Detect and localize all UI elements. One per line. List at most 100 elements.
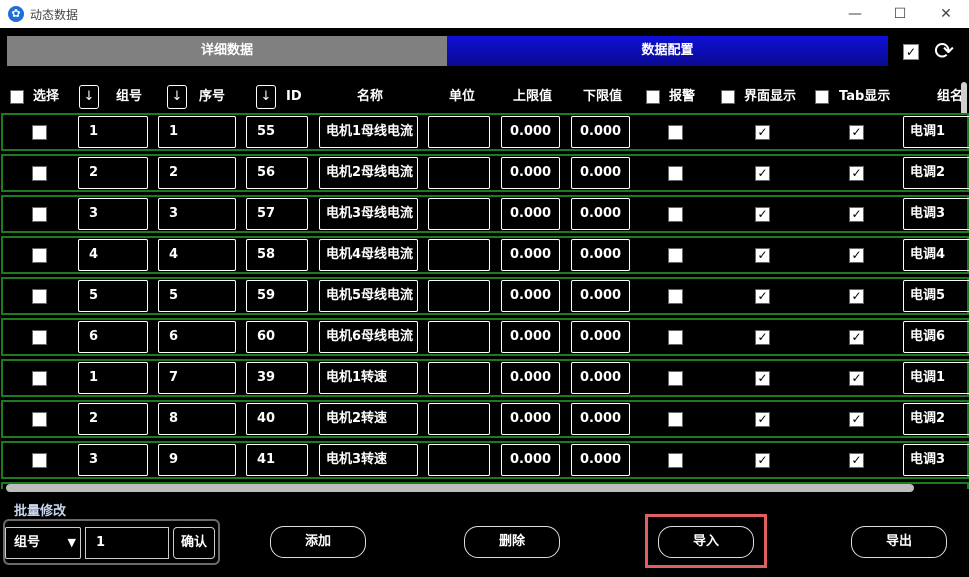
sort-group-arrow-icon[interactable]: ↓ [79, 85, 99, 109]
display-checkbox[interactable]: ✓ [755, 371, 770, 386]
display-checkbox[interactable]: ✓ [755, 248, 770, 263]
unit-cell[interactable] [428, 198, 490, 230]
lower-cell[interactable]: 0.000 [571, 362, 630, 394]
name-cell[interactable]: 电机1母线电流 [319, 116, 418, 148]
tab-checkbox[interactable]: ✓ [849, 125, 864, 140]
display-checkbox[interactable]: ✓ [755, 412, 770, 427]
alarm-checkbox[interactable] [668, 330, 683, 345]
id-cell[interactable]: 59 [246, 280, 308, 312]
tab-data-config[interactable]: 数据配置 [447, 36, 888, 66]
row-select-checkbox[interactable] [32, 412, 47, 427]
tab-detail-data[interactable]: 详细数据 [7, 36, 447, 66]
id-cell[interactable]: 58 [246, 239, 308, 271]
name-cell[interactable]: 电机2母线电流 [319, 157, 418, 189]
tab-checkbox[interactable]: ✓ [849, 207, 864, 222]
tab-checkbox[interactable]: ✓ [849, 330, 864, 345]
alarm-checkbox[interactable] [668, 412, 683, 427]
row-select-checkbox[interactable] [32, 207, 47, 222]
display-checkbox[interactable]: ✓ [755, 330, 770, 345]
alarm-checkbox[interactable] [668, 166, 683, 181]
upper-cell[interactable]: 0.000 [501, 362, 560, 394]
unit-cell[interactable] [428, 444, 490, 476]
group-name-cell[interactable]: 电调1 [903, 116, 969, 148]
seq-cell[interactable]: 1 [158, 116, 236, 148]
alarm-checkbox[interactable] [668, 207, 683, 222]
lower-cell[interactable]: 0.000 [571, 157, 630, 189]
id-cell[interactable]: 39 [246, 362, 308, 394]
row-select-checkbox[interactable] [32, 371, 47, 386]
seq-cell[interactable]: 7 [158, 362, 236, 394]
tab-checkbox[interactable]: ✓ [849, 166, 864, 181]
group-cell[interactable]: 3 [78, 198, 148, 230]
alarm-checkbox[interactable] [668, 125, 683, 140]
lower-cell[interactable]: 0.000 [571, 403, 630, 435]
upper-cell[interactable]: 0.000 [501, 198, 560, 230]
seq-cell[interactable]: 2 [158, 157, 236, 189]
minimize-button[interactable]: — [832, 0, 878, 28]
import-button[interactable]: 导入 [658, 526, 754, 558]
group-name-cell[interactable]: 电调5 [903, 280, 969, 312]
group-cell[interactable]: 4 [78, 239, 148, 271]
seq-cell[interactable]: 4 [158, 239, 236, 271]
select-all-checkbox[interactable] [10, 90, 24, 104]
row-select-checkbox[interactable] [32, 248, 47, 263]
unit-cell[interactable] [428, 321, 490, 353]
unit-cell[interactable] [428, 403, 490, 435]
tab-checkbox[interactable]: ✓ [849, 412, 864, 427]
display-checkbox[interactable]: ✓ [755, 207, 770, 222]
name-cell[interactable]: 电机6母线电流 [319, 321, 418, 353]
add-button[interactable]: 添加 [270, 526, 366, 558]
maximize-button[interactable]: ☐ [877, 0, 923, 28]
row-select-checkbox[interactable] [32, 453, 47, 468]
group-cell[interactable]: 6 [78, 321, 148, 353]
name-cell[interactable]: 电机2转速 [319, 403, 418, 435]
unit-cell[interactable] [428, 362, 490, 394]
row-select-checkbox[interactable] [32, 166, 47, 181]
id-cell[interactable]: 40 [246, 403, 308, 435]
seq-cell[interactable]: 3 [158, 198, 236, 230]
sort-id-arrow-icon[interactable]: ↓ [256, 85, 276, 109]
upper-cell[interactable]: 0.000 [501, 403, 560, 435]
display-all-checkbox[interactable] [721, 90, 735, 104]
group-name-cell[interactable]: 电调4 [903, 239, 969, 271]
display-checkbox[interactable]: ✓ [755, 166, 770, 181]
group-cell[interactable]: 2 [78, 157, 148, 189]
seq-cell[interactable]: 9 [158, 444, 236, 476]
name-cell[interactable]: 电机1转速 [319, 362, 418, 394]
row-select-checkbox[interactable] [32, 289, 47, 304]
alarm-checkbox[interactable] [668, 453, 683, 468]
refresh-icon[interactable]: ⟳ [934, 38, 954, 64]
alarm-all-checkbox[interactable] [646, 90, 660, 104]
sort-seq-arrow-icon[interactable]: ↓ [167, 85, 187, 109]
tab-checkbox[interactable]: ✓ [849, 248, 864, 263]
name-cell[interactable]: 电机4母线电流 [319, 239, 418, 271]
group-name-cell[interactable]: 电调6 [903, 321, 969, 353]
group-cell[interactable]: 1 [78, 116, 148, 148]
tab-checkbox[interactable]: ✓ [849, 289, 864, 304]
upper-cell[interactable]: 0.000 [501, 321, 560, 353]
display-checkbox[interactable]: ✓ [755, 289, 770, 304]
id-cell[interactable]: 56 [246, 157, 308, 189]
unit-cell[interactable] [428, 280, 490, 312]
group-cell[interactable]: 3 [78, 444, 148, 476]
tab-checkbox[interactable]: ✓ [849, 453, 864, 468]
alarm-checkbox[interactable] [668, 371, 683, 386]
id-cell[interactable]: 55 [246, 116, 308, 148]
unit-cell[interactable] [428, 157, 490, 189]
unit-cell[interactable] [428, 239, 490, 271]
delete-button[interactable]: 删除 [464, 526, 560, 558]
id-cell[interactable]: 41 [246, 444, 308, 476]
name-cell[interactable]: 电机3转速 [319, 444, 418, 476]
group-name-cell[interactable]: 电调1 [903, 362, 969, 394]
tab-all-checkbox[interactable] [815, 90, 829, 104]
batch-value-input[interactable]: 1 [85, 527, 169, 559]
horizontal-scrollbar[interactable] [6, 484, 914, 492]
display-checkbox[interactable]: ✓ [755, 125, 770, 140]
group-name-cell[interactable]: 电调3 [903, 198, 969, 230]
seq-cell[interactable]: 6 [158, 321, 236, 353]
batch-confirm-button[interactable]: 确认 [173, 527, 215, 559]
alarm-checkbox[interactable] [668, 289, 683, 304]
upper-cell[interactable]: 0.000 [501, 239, 560, 271]
group-cell[interactable]: 2 [78, 403, 148, 435]
row-select-checkbox[interactable] [32, 125, 47, 140]
